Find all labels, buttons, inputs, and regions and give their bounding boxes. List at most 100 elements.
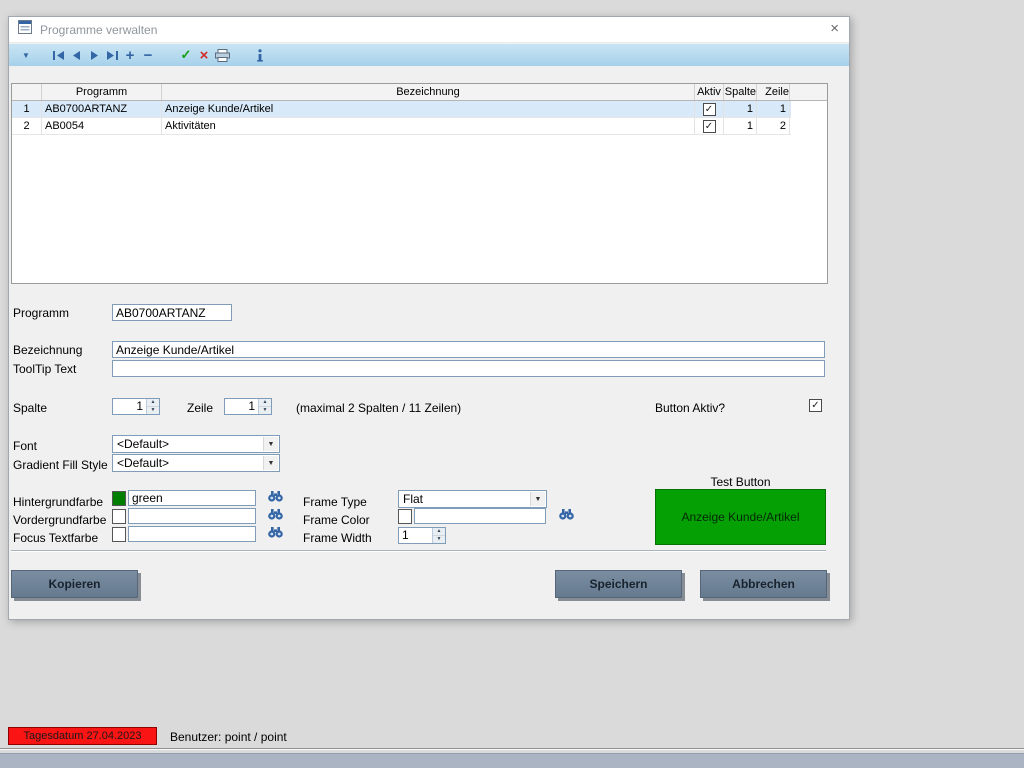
bezeichnung-field[interactable] xyxy=(112,341,825,358)
toolbar: ▼ + − ✓ × xyxy=(9,44,849,66)
kopieren-button[interactable]: Kopieren xyxy=(11,570,138,598)
status-divider xyxy=(0,748,1024,750)
zeile-stepper[interactable]: 1 ▲ ▼ xyxy=(224,398,272,415)
confirm-icon[interactable]: ✓ xyxy=(177,46,195,64)
test-button-label: Test Button xyxy=(655,475,826,489)
zeile-value: 1 xyxy=(225,399,257,414)
vordergrundfarbe-label: Vordergrundfarbe xyxy=(13,513,106,527)
cell-spalte: 1 xyxy=(724,118,757,134)
cancel-icon[interactable]: × xyxy=(195,46,213,64)
column-header-bezeichnung[interactable]: Bezeichnung xyxy=(162,84,695,100)
frame-type-label: Frame Type xyxy=(303,495,367,509)
cell-bezeichnung: Aktivitäten xyxy=(162,118,695,134)
hintergrundfarbe-label: Hintergrundfarbe xyxy=(13,495,103,509)
cell-spalte: 1 xyxy=(724,101,757,117)
aktiv-checkbox[interactable]: ✓ xyxy=(703,120,716,133)
color-picker-binoculars-icon[interactable] xyxy=(267,490,285,505)
frame-type-value: Flat xyxy=(403,492,423,506)
window-title: Programme verwalten xyxy=(40,23,157,37)
cell-programm: AB0054 xyxy=(42,118,162,134)
programs-grid: Programm Bezeichnung Aktiv Spalte Zeile … xyxy=(11,83,828,284)
app-icon xyxy=(17,19,33,40)
column-header-spalte[interactable]: Spalte xyxy=(724,84,757,100)
cell-programm: AB0700ARTANZ xyxy=(42,101,162,117)
spalte-up-icon[interactable]: ▲ xyxy=(147,399,159,407)
delete-record-icon[interactable]: − xyxy=(139,46,157,64)
row-number: 2 xyxy=(12,118,42,134)
zeile-up-icon[interactable]: ▲ xyxy=(259,399,271,407)
frame-width-down-icon[interactable]: ▼ xyxy=(433,536,445,543)
gradient-select[interactable]: <Default> ▼ xyxy=(112,454,280,472)
spalte-value: 1 xyxy=(113,399,145,414)
zeile-down-icon[interactable]: ▼ xyxy=(259,407,271,414)
zeile-label: Zeile xyxy=(187,401,213,415)
frame-width-stepper[interactable]: 1 ▲ ▼ xyxy=(398,527,446,544)
nav-prev-icon[interactable] xyxy=(67,46,85,64)
tagesdatum-badge: Tagesdatum 27.04.2023 xyxy=(8,727,157,745)
nav-first-icon[interactable] xyxy=(49,46,67,64)
separator xyxy=(11,550,826,552)
column-header-programm[interactable]: Programm xyxy=(42,84,162,100)
test-preview-button[interactable]: Anzeige Kunde/Artikel xyxy=(655,489,826,545)
frame-color-field[interactable] xyxy=(414,508,546,524)
focus-textfarbe-field[interactable] xyxy=(128,526,256,542)
cell-zeile: 2 xyxy=(757,118,790,134)
print-icon[interactable] xyxy=(213,46,231,64)
frame-width-label: Frame Width xyxy=(303,531,372,545)
titlebar[interactable]: Programme verwalten × xyxy=(9,17,849,43)
programme-verwalten-window: Programme verwalten × ▼ + − ✓ × xyxy=(8,16,850,620)
frame-color-label: Frame Color xyxy=(303,513,370,527)
gradient-label: Gradient Fill Style xyxy=(13,458,108,472)
info-icon[interactable] xyxy=(251,46,269,64)
table-row[interactable]: 2 AB0054 Aktivitäten ✓ 1 2 xyxy=(12,118,791,135)
speichern-button[interactable]: Speichern xyxy=(555,570,682,598)
column-header-aktiv[interactable]: Aktiv xyxy=(695,84,724,100)
benutzer-label: Benutzer: point / point xyxy=(170,730,287,744)
abbrechen-button[interactable]: Abbrechen xyxy=(700,570,827,598)
nav-next-icon[interactable] xyxy=(85,46,103,64)
frame-color-swatch[interactable] xyxy=(398,509,412,524)
gradient-value: <Default> xyxy=(117,456,169,470)
hintergrundfarbe-swatch[interactable] xyxy=(112,491,126,506)
close-icon[interactable]: × xyxy=(830,20,839,37)
frame-type-select[interactable]: Flat ▼ xyxy=(398,490,547,508)
max-hint-label: (maximal 2 Spalten / 11 Zeilen) xyxy=(296,401,461,415)
font-select[interactable]: <Default> ▼ xyxy=(112,435,280,453)
frame-width-up-icon[interactable]: ▲ xyxy=(433,528,445,536)
vordergrundfarbe-field[interactable] xyxy=(128,508,256,524)
tooltip-field[interactable] xyxy=(112,360,825,377)
cell-bezeichnung: Anzeige Kunde/Artikel xyxy=(162,101,695,117)
color-picker-binoculars-icon[interactable] xyxy=(267,526,285,541)
focus-textfarbe-swatch[interactable] xyxy=(112,527,126,542)
color-picker-binoculars-icon[interactable] xyxy=(558,508,576,523)
focus-textfarbe-label: Focus Textfarbe xyxy=(13,531,98,545)
vordergrundfarbe-swatch[interactable] xyxy=(112,509,126,524)
add-record-icon[interactable]: + xyxy=(121,46,139,64)
column-header-rownum[interactable] xyxy=(12,84,42,100)
bezeichnung-label: Bezeichnung xyxy=(13,343,82,357)
spalte-down-icon[interactable]: ▼ xyxy=(147,407,159,414)
hintergrundfarbe-field[interactable] xyxy=(128,490,256,506)
desktop: Programme verwalten × ▼ + − ✓ × xyxy=(0,0,1024,768)
frame-width-value: 1 xyxy=(399,528,431,543)
chevron-down-icon[interactable]: ▼ xyxy=(263,456,278,470)
row-number: 1 xyxy=(12,101,42,117)
spalte-stepper[interactable]: 1 ▲ ▼ xyxy=(112,398,160,415)
chevron-down-icon[interactable]: ▼ xyxy=(263,437,278,451)
color-picker-binoculars-icon[interactable] xyxy=(267,508,285,523)
grid-header: Programm Bezeichnung Aktiv Spalte Zeile xyxy=(12,84,827,101)
taskbar-strip xyxy=(0,753,1024,768)
programm-field[interactable] xyxy=(112,304,232,321)
dropdown-arrow-icon[interactable]: ▼ xyxy=(17,46,35,64)
font-value: <Default> xyxy=(117,437,169,451)
chevron-down-icon[interactable]: ▼ xyxy=(530,492,545,506)
table-row[interactable]: 1 AB0700ARTANZ Anzeige Kunde/Artikel ✓ 1… xyxy=(12,101,791,118)
button-aktiv-checkbox[interactable]: ✓ xyxy=(809,399,822,412)
cell-zeile: 1 xyxy=(757,101,790,117)
nav-last-icon[interactable] xyxy=(103,46,121,64)
button-aktiv-label: Button Aktiv? xyxy=(655,401,725,415)
aktiv-checkbox[interactable]: ✓ xyxy=(703,103,716,116)
spalte-label: Spalte xyxy=(13,401,47,415)
column-header-zeile[interactable]: Zeile xyxy=(757,84,790,100)
cell-aktiv: ✓ xyxy=(695,101,724,117)
